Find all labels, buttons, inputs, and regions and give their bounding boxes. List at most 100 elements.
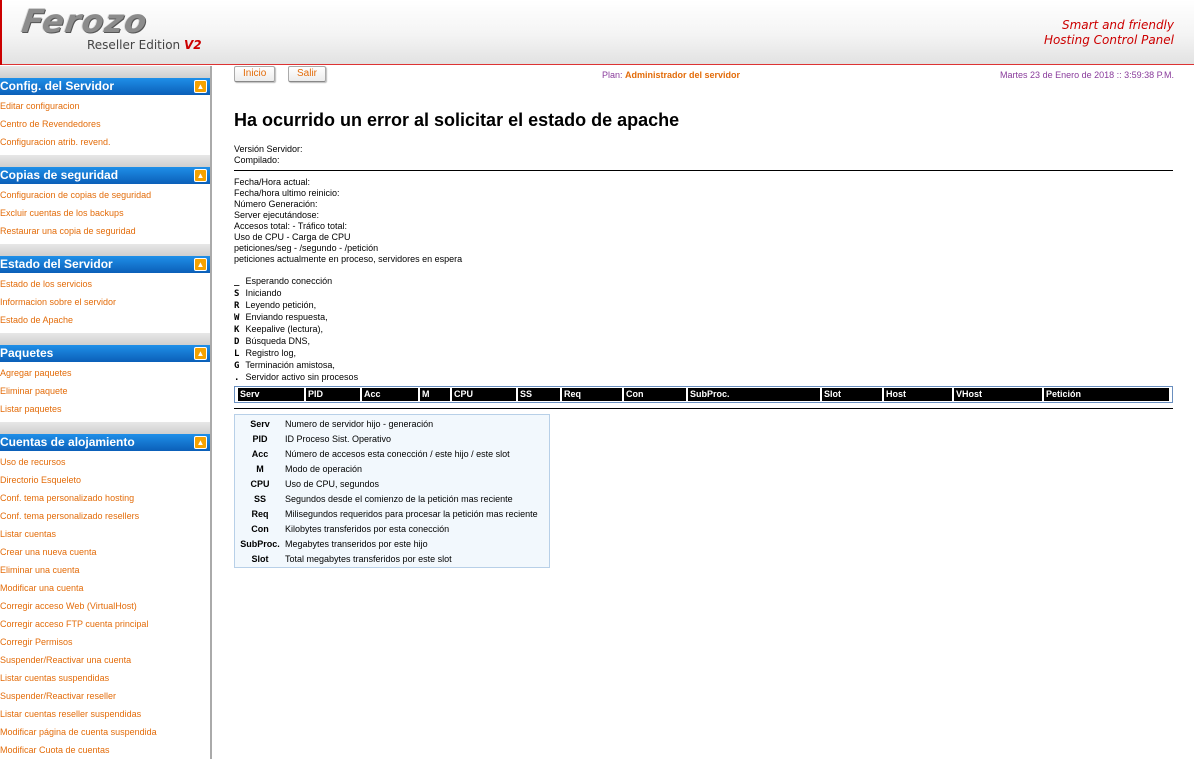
key-abbrev: Acc xyxy=(251,449,269,459)
key-abbrev: PID xyxy=(252,434,268,444)
key-abbrev: Serv xyxy=(250,419,270,429)
version-line: Versión Servidor: xyxy=(234,144,303,154)
salir-button[interactable]: Salir xyxy=(288,66,327,82)
sidebar-separator xyxy=(0,66,210,78)
sidebar-section-title: Cuentas de alojamiento xyxy=(0,435,135,449)
page-title: Ha ocurrido un error al solicitar el est… xyxy=(234,110,680,130)
sidebar-link[interactable]: Informacion sobre el servidor xyxy=(0,293,210,311)
key-description: Numero de servidor hijo - generación xyxy=(285,419,434,429)
sidebar-separator xyxy=(0,244,210,256)
sidebar-link[interactable]: Listar cuentas xyxy=(0,525,210,543)
chevron-up-icon[interactable]: ▲ xyxy=(194,347,207,360)
sidebar-section-list: Estado de los servicios Informacion sobre… xyxy=(0,273,210,333)
column-key-box: Serv Numero de servidor hijo - generación… xyxy=(234,414,550,568)
sidebar-link[interactable]: Eliminar una cuenta xyxy=(0,561,210,579)
key-description: Segundos desde el comienzo de la petició… xyxy=(285,494,513,504)
legend-text: Enviando respuesta, xyxy=(245,312,328,322)
sidebar-link[interactable]: Corregir acceso Web (VirtualHost) xyxy=(0,597,210,615)
sidebar-link[interactable]: Listar cuentas suspendidas xyxy=(0,669,210,687)
key-description: Milisegundos requeridos para procesar la… xyxy=(285,509,538,519)
sidebar-link[interactable]: Configuracion de copias de seguridad xyxy=(0,186,210,204)
key-row: CPU Uso de CPU, segundos xyxy=(235,477,538,492)
sidebar-link[interactable]: Corregir acceso FTP cuenta principal xyxy=(0,615,210,633)
sidebar-section-list: Configuracion de copias de seguridad Excl… xyxy=(0,184,210,244)
sidebar-section-header: Paquetes ▲ xyxy=(0,345,210,362)
legend-key: . xyxy=(234,373,240,383)
plan-label: Plan: xyxy=(602,70,623,80)
divider xyxy=(234,170,1173,171)
legend-text: Servidor activo sin procesos xyxy=(245,372,359,382)
sidebar-link[interactable]: Agregar paquetes xyxy=(0,364,210,382)
sidebar-link[interactable]: Crear una nueva cuenta xyxy=(0,543,210,561)
column-key-table: Serv Numero de servidor hijo - generación… xyxy=(235,417,538,567)
divider xyxy=(234,408,1173,409)
server-info-line: peticiones/seg - /segundo - /petición xyxy=(234,243,379,253)
legend-text: Esperando conección xyxy=(245,276,333,286)
sidebar-section-title: Copias de seguridad xyxy=(0,168,119,182)
key-description: Uso de CPU, segundos xyxy=(285,479,380,489)
sidebar-section-list: Agregar paquetes Eliminar paquete Listar p… xyxy=(0,362,210,422)
server-info-line: Fecha/hora ultimo reinicio: xyxy=(234,188,340,198)
sidebar-section-header: Config. del Servidor ▲ xyxy=(0,78,210,95)
legend-text: Iniciando xyxy=(245,288,282,298)
sidebar-link[interactable]: Corregir Permisos xyxy=(0,633,210,651)
key-row: Slot Total megabytes transferidos por est… xyxy=(235,552,538,567)
legend-text: Búsqueda DNS, xyxy=(245,336,311,346)
sidebar-link[interactable]: Listar cuentas reseller suspendidas xyxy=(0,705,210,723)
sidebar-link[interactable]: Uso de recursos xyxy=(0,453,210,471)
sidebar-link[interactable]: Conf. tema personalizado resellers xyxy=(0,507,210,525)
sidebar-link[interactable]: Suspender/Reactivar reseller xyxy=(0,687,210,705)
key-description: Número de accesos esta conección / este … xyxy=(285,449,510,459)
sidebar-link[interactable]: Modificar una cuenta xyxy=(0,579,210,597)
sidebar-link[interactable]: Restaurar una copia de seguridad xyxy=(0,222,210,240)
sidebar-link[interactable]: Suspender/Reactivar una cuenta xyxy=(0,651,210,669)
key-row: M Modo de operación xyxy=(235,462,538,477)
column-header: SS xyxy=(518,388,560,401)
sidebar-link[interactable]: Estado de los servicios xyxy=(0,275,210,293)
sidebar-link[interactable]: Configuracion atrib. revend. xyxy=(0,133,210,151)
sidebar-section-list: Editar configuracion Centro de Revendedor… xyxy=(0,95,210,155)
sidebar-link[interactable]: Conf. tema personalizado hosting xyxy=(0,489,210,507)
sidebar-link[interactable]: Estado de Apache xyxy=(0,311,210,329)
logo-edition-text: Reseller Edition xyxy=(87,38,181,52)
server-info-line: Server ejecutándose: xyxy=(234,210,320,220)
chevron-up-icon[interactable]: ▲ xyxy=(194,169,207,182)
key-abbrev: M xyxy=(256,464,264,474)
sidebar-section-title: Estado del Servidor xyxy=(0,257,113,271)
tagline-line-1: Smart and friendly xyxy=(1061,18,1174,32)
column-header: PID xyxy=(306,388,360,401)
sidebar-link[interactable]: Listar paquetes xyxy=(0,400,210,418)
legend-text: Leyendo petición, xyxy=(245,300,317,310)
key-description: Megabytes transeridos por este hijo xyxy=(285,539,428,549)
key-abbrev: CPU xyxy=(250,479,270,489)
plan-info: Plan: Administrador del servidor xyxy=(602,70,740,80)
server-info-line: Fecha/Hora actual: xyxy=(234,177,311,187)
version-line: Compilado: xyxy=(234,155,280,165)
sidebar-section-header: Estado del Servidor ▲ xyxy=(0,256,210,273)
sidebar-link[interactable]: Excluir cuentas de los backups xyxy=(0,204,210,222)
key-description: ID Proceso Sist. Operativo xyxy=(285,434,392,444)
sidebar-link[interactable]: Centro de Revendedores xyxy=(0,115,210,133)
legend-text: Registro log, xyxy=(245,348,297,358)
key-abbrev: SS xyxy=(253,494,266,504)
inicio-button[interactable]: Inicio xyxy=(234,66,276,82)
sidebar-link[interactable]: Editar configuracion xyxy=(0,97,210,115)
chevron-up-icon[interactable]: ▲ xyxy=(194,80,207,93)
sidebar-link[interactable]: Modificar página de cuenta suspendida xyxy=(0,723,210,741)
app-header: Ferozo Reseller Edition V2 Smart and fri… xyxy=(0,0,1194,65)
tagline: Smart and friendly Hosting Control Panel xyxy=(1044,18,1174,48)
key-abbrev: SubProc. xyxy=(240,539,280,549)
sidebar-separator xyxy=(0,155,210,167)
key-abbrev: Slot xyxy=(251,554,269,564)
column-header: Slot xyxy=(822,388,882,401)
key-row: Con Kilobytes transferidos por esta conec… xyxy=(235,522,538,537)
key-row: SS Segundos desde el comienzo de la petic… xyxy=(235,492,538,507)
sidebar-link[interactable]: Modificar Cuota de cuentas xyxy=(0,741,210,759)
chevron-up-icon[interactable]: ▲ xyxy=(194,436,207,449)
sidebar-link[interactable]: Directorio Esqueleto xyxy=(0,471,210,489)
status-table: Serv PID Acc M CPU SS Req Con SubProc. Slot Host VH… xyxy=(234,386,1173,403)
sidebar-link[interactable]: Eliminar paquete xyxy=(0,382,210,400)
chevron-up-icon[interactable]: ▲ xyxy=(194,258,207,271)
logo-version: V2 xyxy=(183,38,202,52)
column-header: CPU xyxy=(452,388,516,401)
